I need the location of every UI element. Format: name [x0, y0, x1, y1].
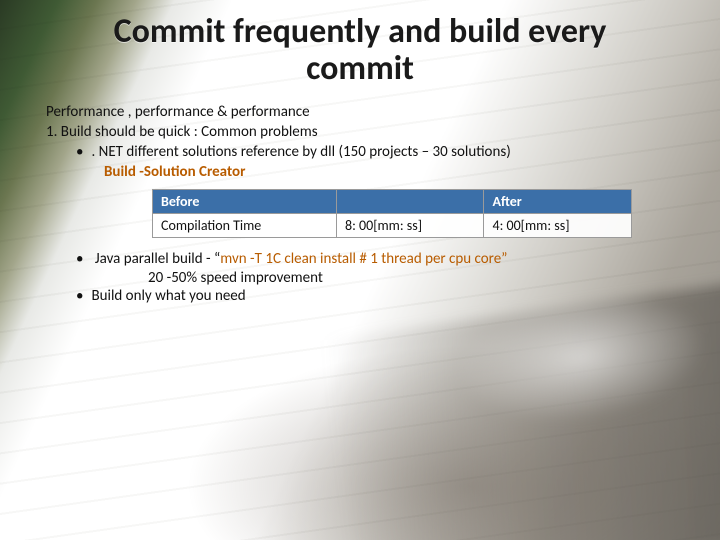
mvn-command: mvn -T 1C clean install # 1 thread per c… [220, 250, 507, 268]
slide-title: Commit frequently and build every commit [80, 14, 640, 87]
perf-line: Performance , performance & performance [46, 103, 696, 121]
bullet-net-solutions: . NET different solutions reference by d… [46, 143, 696, 161]
slide-body: Performance , performance & performance … [24, 103, 696, 305]
td-after-val: 4: 00[mm: ss] [484, 214, 632, 238]
tail-bullets: Java parallel build - “mvn -T 1C clean i… [46, 250, 696, 305]
th-blank [337, 190, 484, 214]
build-solution-creator: Build -Solution Creator [46, 163, 696, 181]
numbered-line: 1. Build should be quick : Common proble… [46, 123, 696, 141]
slide: Commit frequently and build every commit… [0, 0, 720, 540]
td-before-val: 8: 00[mm: ss] [337, 214, 484, 238]
td-label: Compilation Time [153, 214, 337, 238]
bullet-java-parallel: Java parallel build - “mvn -T 1C clean i… [90, 250, 696, 268]
bullet-build-only: Build only what you need [90, 287, 696, 305]
th-after: After [484, 190, 632, 214]
timing-table: Before After Compilation Time 8: 00[mm: … [46, 189, 696, 238]
speed-line: 20 -50% speed improvement [90, 269, 696, 287]
th-before: Before [153, 190, 337, 214]
java-prefix: Java parallel build - “ [95, 250, 220, 268]
